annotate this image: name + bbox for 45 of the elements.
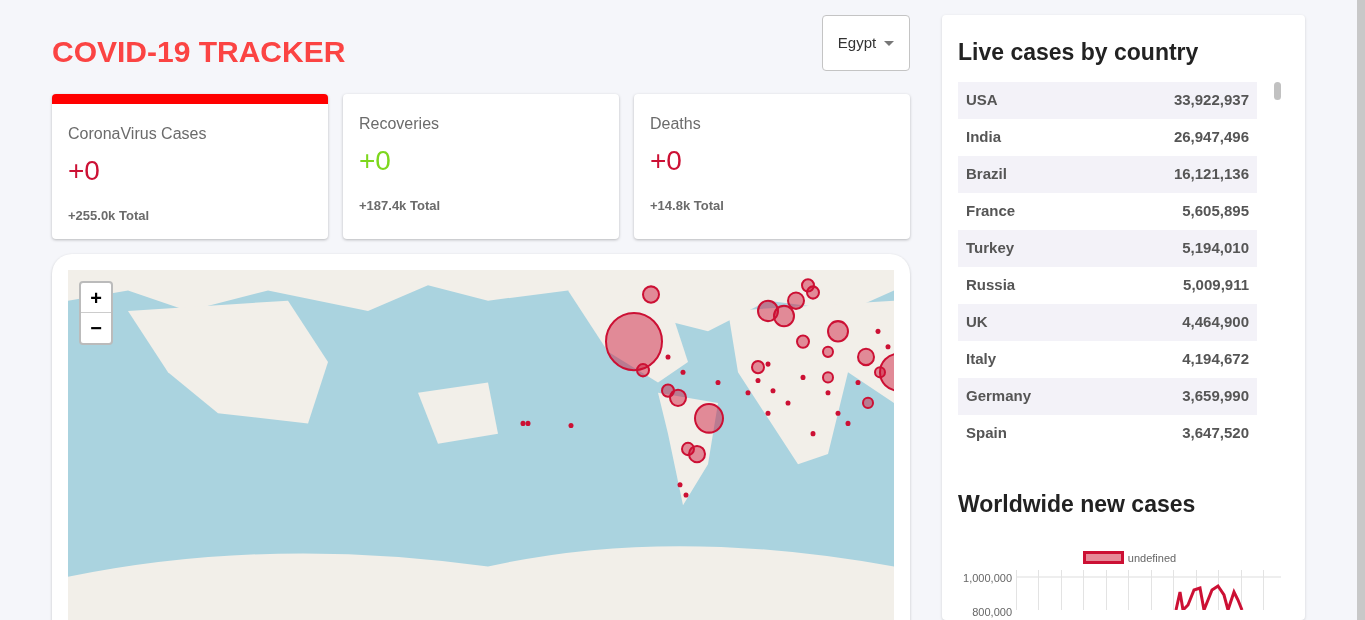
country-name: Italy [966, 348, 996, 369]
country-name: Brazil [966, 163, 1007, 184]
country-name: Russia [966, 274, 1016, 295]
card-title: Recoveries [359, 114, 441, 134]
country-select[interactable]: Egypt [822, 15, 910, 71]
app-title: COVID-19 TRACKER [52, 34, 346, 70]
case-count: 5,194,010 [1182, 237, 1249, 258]
scrollbar-thumb[interactable] [1274, 81, 1281, 100]
legend-label: undefined [1127, 550, 1177, 566]
y-axis-label: 800,000 [972, 604, 1012, 620]
card-total: +187.4k Total [359, 197, 442, 215]
table-title: Live cases by country [958, 38, 1200, 67]
caret-icon [884, 40, 895, 46]
case-count: 3,647,520 [1182, 422, 1249, 443]
country-name: Turkey [966, 237, 1015, 258]
country-name: Spain [966, 422, 1007, 443]
card-value: +0 [650, 144, 683, 178]
card-title: Deaths [650, 114, 702, 134]
card-total: +14.8k Total [650, 197, 725, 215]
country-name: India [966, 126, 1001, 147]
case-count: 16,121,136 [1173, 163, 1249, 184]
case-count: 26,947,496 [1173, 126, 1249, 147]
card-value: +0 [68, 154, 101, 188]
case-count: 5,605,895 [1182, 200, 1249, 221]
card-total: +255.0k Total [68, 207, 151, 225]
zoom-in-button[interactable]: + [81, 283, 111, 313]
chart-title: Worldwide new cases [958, 490, 1197, 519]
page-scrollbar[interactable] [1357, 0, 1365, 620]
case-count: 4,464,900 [1182, 311, 1249, 332]
card-value: +0 [359, 144, 392, 178]
case-count: 3,659,990 [1182, 385, 1249, 406]
country-name: UK [966, 311, 988, 332]
stat-card[interactable]: CoronaVirus Cases +0 +255.0k Total [52, 94, 328, 239]
zoom-out-button[interactable]: − [81, 313, 111, 343]
case-count: 33,922,937 [1173, 89, 1249, 110]
stat-card[interactable]: Recoveries +0 +187.4k Total [343, 94, 619, 239]
country-name: France [966, 200, 1016, 221]
card-title: CoronaVirus Cases [68, 124, 208, 144]
y-axis-label: 1,000,000 [963, 571, 1012, 586]
stat-card[interactable]: Deaths +0 +14.8k Total [634, 94, 910, 239]
legend-swatch-icon [1082, 551, 1124, 565]
country-name: USA [966, 89, 998, 110]
case-count: 4,194,672 [1182, 348, 1249, 369]
case-count: 5,009,911 [1183, 274, 1249, 295]
country-name: Germany [966, 385, 1032, 406]
